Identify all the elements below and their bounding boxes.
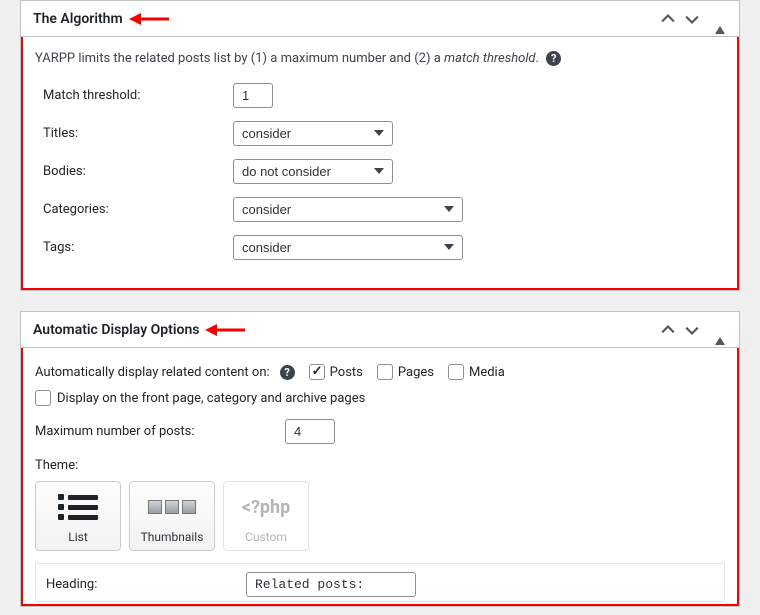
arrow-annotation-icon: [205, 321, 245, 339]
titles-select[interactable]: consider: [233, 121, 393, 146]
heading-label: Heading:: [46, 577, 246, 592]
collapse-toggle-button[interactable]: [707, 9, 727, 28]
theme-option-thumbnails[interactable]: Thumbnails: [129, 481, 215, 551]
triangle-up-icon: [715, 322, 725, 345]
front-page-row: Display on the front page, category and …: [35, 390, 725, 406]
categories-select[interactable]: consider: [233, 197, 463, 222]
move-up-button[interactable]: [659, 321, 677, 339]
display-options-body: Automatically display related content on…: [21, 348, 739, 606]
help-icon[interactable]: ?: [546, 51, 561, 66]
collapse-toggle-button[interactable]: [707, 320, 727, 339]
match-threshold-input[interactable]: [233, 83, 273, 108]
auto-display-label: Automatically display related content on…: [35, 365, 270, 380]
match-threshold-row: Match threshold:: [43, 80, 725, 110]
algorithm-title: The Algorithm: [33, 11, 123, 27]
media-checkbox[interactable]: [448, 364, 464, 380]
heading-row: Heading:: [35, 563, 725, 602]
algorithm-panel-body: YARPP limits the related posts list by (…: [21, 37, 739, 290]
bodies-select[interactable]: do not consider: [233, 159, 393, 184]
php-icon: <?php: [228, 488, 304, 526]
max-posts-input[interactable]: [285, 419, 335, 444]
triangle-up-icon: [715, 11, 725, 34]
front-page-label: Display on the front page, category and …: [57, 391, 365, 406]
algorithm-description: YARPP limits the related posts list by (…: [35, 51, 725, 66]
posts-checkbox[interactable]: [309, 364, 325, 380]
tags-label: Tags:: [43, 240, 233, 255]
move-up-button[interactable]: [659, 10, 677, 28]
auto-display-row: Automatically display related content on…: [35, 364, 725, 380]
theme-option-list[interactable]: List: [35, 481, 121, 551]
arrow-annotation-icon: [129, 10, 169, 28]
thumbnails-icon: [134, 488, 210, 526]
max-posts-row: Maximum number of posts:: [35, 416, 725, 446]
theme-option-custom[interactable]: <?php Custom: [223, 481, 309, 551]
categories-row: Categories: consider: [43, 194, 725, 224]
max-posts-label: Maximum number of posts:: [35, 424, 285, 439]
list-icon: [40, 488, 116, 526]
bodies-row: Bodies: do not consider: [43, 156, 725, 186]
posts-label: Posts: [330, 365, 363, 380]
algorithm-panel: The Algorithm YARPP: [20, 0, 740, 291]
categories-label: Categories:: [43, 202, 233, 217]
titles-row: Titles: consider: [43, 118, 725, 148]
media-label: Media: [469, 365, 505, 380]
match-threshold-label: Match threshold:: [43, 88, 233, 103]
move-down-button[interactable]: [683, 321, 701, 339]
pages-checkbox[interactable]: [377, 364, 393, 380]
front-page-checkbox[interactable]: [35, 390, 51, 406]
tags-select[interactable]: consider: [233, 235, 463, 260]
heading-input[interactable]: [246, 572, 416, 597]
move-down-button[interactable]: [683, 10, 701, 28]
bodies-label: Bodies:: [43, 164, 233, 179]
tags-row: Tags: consider: [43, 232, 725, 262]
algorithm-panel-header[interactable]: The Algorithm: [21, 1, 739, 37]
help-icon[interactable]: ?: [280, 365, 295, 380]
titles-label: Titles:: [43, 126, 233, 141]
display-options-header[interactable]: Automatic Display Options: [21, 312, 739, 348]
display-options-title: Automatic Display Options: [33, 322, 199, 338]
display-options-panel: Automatic Display Options: [20, 311, 740, 607]
theme-chooser: List Thumbnails <?php Custom: [35, 481, 725, 551]
theme-label: Theme:: [35, 458, 725, 473]
pages-label: Pages: [398, 365, 434, 380]
